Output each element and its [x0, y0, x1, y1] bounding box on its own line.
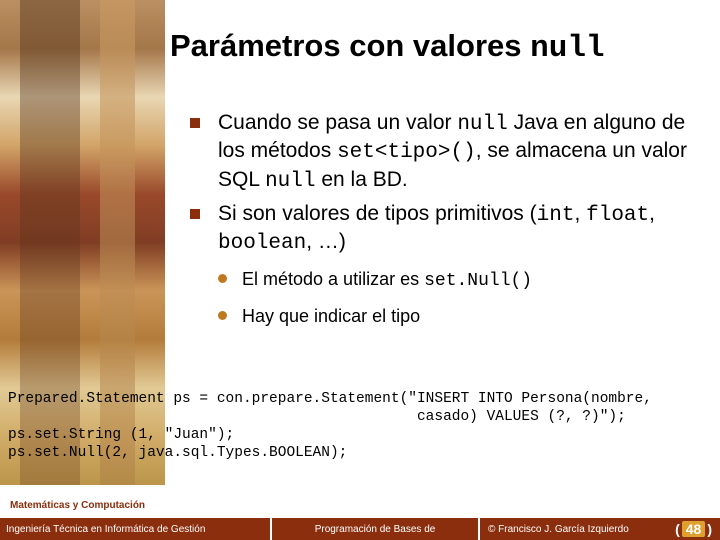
round-bullet-icon: [218, 311, 227, 320]
subbullet-1-text: El método a utilizar es set.Null(): [242, 269, 532, 289]
title-code: null: [530, 31, 604, 66]
footer-right: © Francisco J. García Izquierdo (48): [480, 518, 720, 540]
square-bullet-icon: [190, 118, 200, 128]
bullet-1: Cuando se pasa un valor null Java en alg…: [190, 110, 700, 195]
code-line-3: ps.set.String (1, "Juan");: [8, 427, 234, 443]
subbullet-2-text: Hay que indicar el tipo: [242, 306, 420, 326]
slide-body: Cuando se pasa un valor null Java en alg…: [190, 110, 700, 332]
round-bullet-icon: [218, 274, 227, 283]
copyright-text: © Francisco J. García Izquierdo: [488, 524, 629, 535]
code-line-2: casado) VALUES (?, ?)");: [8, 409, 626, 425]
subbullet-1: El método a utilizar es set.Null(): [218, 267, 700, 293]
code-example: Prepared.Statement ps = con.prepare.Stat…: [8, 390, 712, 463]
footer-bar: Ingeniería Técnica en Informática de Ges…: [0, 518, 720, 540]
page-number: 48: [682, 521, 706, 537]
slide-title: Parámetros con valores null: [170, 28, 605, 66]
department-label: Matemáticas y Computación: [10, 500, 145, 511]
subbullet-2: Hay que indicar el tipo: [218, 304, 700, 328]
page-number-wrap: (48): [675, 521, 712, 537]
code-line-4: ps.set.Null(2, java.sql.Types.BOOLEAN);: [8, 445, 347, 461]
bullet-2-text: Si son valores de tipos primitivos (int,…: [218, 202, 655, 253]
bullet-2: Si son valores de tipos primitivos (int,…: [190, 201, 700, 258]
slide-content: Parámetros con valores null Cuando se pa…: [0, 0, 720, 540]
footer-mid: Programación de Bases de: [270, 518, 480, 540]
square-bullet-icon: [190, 209, 200, 219]
bullet-1-text: Cuando se pasa un valor null Java en alg…: [218, 111, 687, 191]
title-text: Parámetros con valores: [170, 28, 530, 63]
code-line-1: Prepared.Statement ps = con.prepare.Stat…: [8, 391, 652, 407]
footer-left: Ingeniería Técnica en Informática de Ges…: [0, 518, 270, 540]
